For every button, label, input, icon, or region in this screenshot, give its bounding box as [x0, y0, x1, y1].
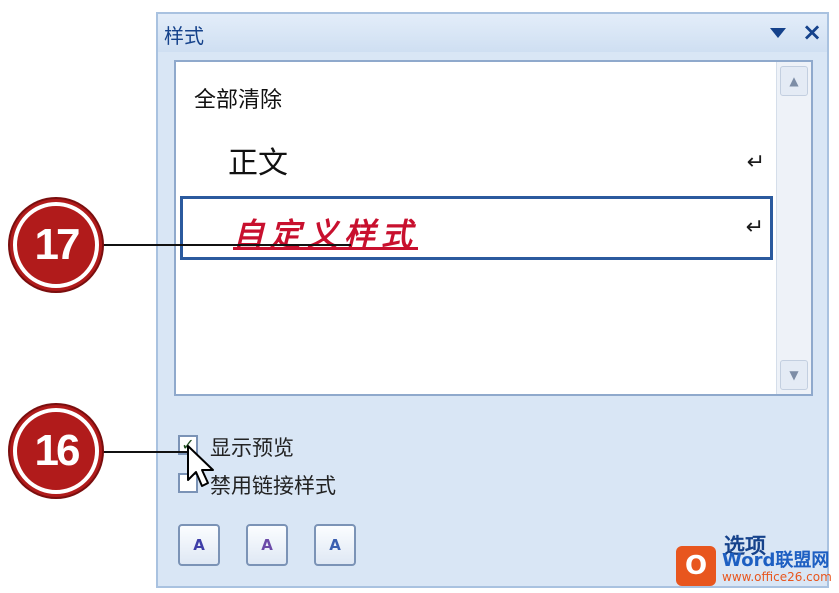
style-item-normal[interactable]: 正文 ↵ — [176, 138, 775, 186]
scroll-up-icon[interactable]: ▲ — [780, 66, 808, 96]
pane-titlebar: 样式 × — [158, 14, 827, 52]
style-inspector-icon[interactable]: A — [246, 524, 288, 566]
step-17-callout: 17 — [13, 202, 99, 288]
new-style-icon[interactable]: A — [178, 524, 220, 566]
triangle-down-icon[interactable] — [770, 28, 786, 38]
style-item-label: 自定义样式 — [233, 217, 418, 253]
manage-styles-icon[interactable]: A — [314, 524, 356, 566]
scroll-down-icon[interactable]: ▼ — [780, 360, 808, 390]
callout-17-leader — [99, 244, 351, 246]
styles-pane: 样式 × 全部清除 正文 ↵ 自定义样式 ↵ ▲ ▼ ✓ 显示预览 禁用链接样式… — [156, 12, 829, 588]
callout-16-leader — [99, 451, 189, 453]
watermark-url: www.office26.com — [722, 570, 832, 584]
style-list[interactable]: 全部清除 正文 ↵ 自定义样式 ↵ ▲ ▼ — [174, 60, 813, 396]
paragraph-mark-icon: ↵ — [745, 215, 764, 240]
vertical-scrollbar[interactable]: ▲ ▼ — [776, 62, 811, 394]
disable-linked-styles-label: 禁用链接样式 — [210, 474, 336, 498]
mouse-pointer-icon — [187, 445, 214, 487]
site-watermark: O Word联盟网 www.office26.com — [676, 546, 836, 590]
pane-title: 样式 — [164, 24, 204, 48]
close-icon[interactable]: × — [800, 18, 824, 46]
style-item-label: 全部清除 — [194, 88, 283, 113]
style-item-label: 正文 — [228, 146, 288, 181]
style-item-custom-selected[interactable]: 自定义样式 ↵ — [180, 196, 773, 260]
office-logo-icon: O — [676, 546, 716, 586]
show-preview-label: 显示预览 — [210, 436, 294, 460]
style-item-clear-all[interactable]: 全部清除 — [176, 82, 775, 118]
paragraph-mark-icon: ↵ — [746, 150, 765, 175]
step-16-callout: 16 — [13, 408, 99, 494]
watermark-title: Word联盟网 — [722, 550, 830, 571]
